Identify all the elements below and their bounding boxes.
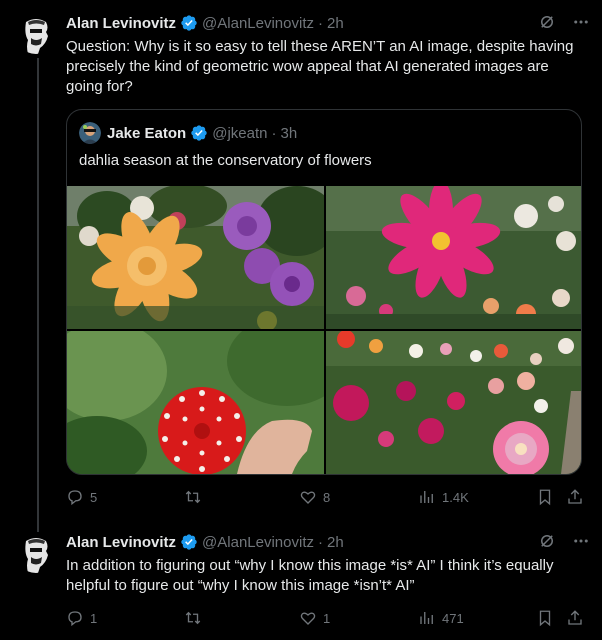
reply-icon bbox=[68, 611, 82, 627]
retweet-icon bbox=[185, 611, 201, 625]
author-handle[interactable]: @AlanLevinovitz bbox=[202, 534, 314, 551]
views-count: 471 bbox=[442, 610, 464, 626]
red-white-dahlia-photo[interactable] bbox=[67, 331, 324, 474]
share-button[interactable] bbox=[566, 609, 584, 627]
retweet-icon bbox=[185, 490, 201, 504]
reply-icon bbox=[68, 490, 82, 506]
retweet-button[interactable] bbox=[184, 609, 208, 627]
views-icon bbox=[420, 491, 433, 503]
timestamp[interactable]: 2h bbox=[327, 15, 344, 32]
reply-count: 1 bbox=[90, 610, 98, 626]
quote-header: Jake Eaton @jkeatn · 3h bbox=[79, 122, 297, 144]
timestamp[interactable]: 2h bbox=[327, 534, 344, 551]
quote-timestamp[interactable]: 3h bbox=[280, 125, 297, 142]
bookmark-icon bbox=[539, 489, 551, 506]
tweet-text: In addition to figuring out “why I know … bbox=[66, 557, 554, 594]
more-icon[interactable] bbox=[572, 13, 590, 31]
more-icon[interactable] bbox=[572, 532, 590, 550]
dahlia-garden-photo[interactable] bbox=[326, 331, 581, 474]
grok-icon[interactable] bbox=[538, 13, 556, 31]
author-name[interactable]: Alan Levinovitz bbox=[66, 534, 176, 551]
separator-dot: · bbox=[317, 533, 323, 551]
quote-author-name[interactable]: Jake Eaton bbox=[107, 125, 186, 142]
avatar[interactable] bbox=[16, 14, 56, 54]
like-icon bbox=[300, 612, 316, 625]
share-icon bbox=[568, 489, 582, 504]
views-button[interactable]: 1.4K bbox=[418, 488, 469, 506]
avatar[interactable] bbox=[16, 533, 56, 573]
tweet-actions: 1 1 471 bbox=[66, 609, 588, 629]
separator-dot: · bbox=[271, 124, 277, 142]
author-name[interactable]: Alan Levinovitz bbox=[66, 15, 176, 32]
views-count: 1.4K bbox=[442, 489, 469, 505]
tweet-header: Alan Levinovitz @AlanLevinovitz · 2h bbox=[66, 532, 590, 552]
like-button[interactable]: 8 bbox=[299, 488, 330, 506]
retweet-button[interactable] bbox=[184, 488, 208, 506]
like-button[interactable]: 1 bbox=[299, 609, 330, 627]
reply-button[interactable]: 5 bbox=[66, 488, 97, 506]
like-icon bbox=[300, 491, 316, 504]
like-count: 1 bbox=[323, 610, 331, 626]
tweet[interactable]: Alan Levinovitz @AlanLevinovitz · 2h Que… bbox=[0, 0, 602, 522]
tweet-actions: 5 8 1.4K bbox=[66, 488, 588, 508]
tweet-text: Question: Why is it so easy to tell thes… bbox=[66, 38, 574, 95]
verified-badge-icon bbox=[181, 15, 197, 31]
like-count: 8 bbox=[323, 489, 331, 505]
magenta-dahlia-photo[interactable] bbox=[326, 186, 581, 329]
views-button[interactable]: 471 bbox=[418, 609, 464, 627]
grok-icon[interactable] bbox=[538, 532, 556, 550]
bookmark-icon bbox=[539, 610, 551, 627]
share-icon bbox=[568, 610, 582, 625]
quote-avatar[interactable] bbox=[79, 122, 101, 144]
reply-count: 5 bbox=[90, 489, 98, 505]
bookmark-button[interactable] bbox=[536, 488, 554, 506]
tweet-header: Alan Levinovitz @AlanLevinovitz · 2h bbox=[66, 13, 590, 33]
share-button[interactable] bbox=[566, 488, 584, 506]
quote-author-handle[interactable]: @jkeatn bbox=[212, 125, 267, 142]
photo-grid bbox=[67, 186, 581, 474]
author-handle[interactable]: @AlanLevinovitz bbox=[202, 15, 314, 32]
tweet[interactable]: Alan Levinovitz @AlanLevinovitz · 2h In … bbox=[0, 522, 602, 640]
reply-button[interactable]: 1 bbox=[66, 609, 97, 627]
orange-dahlia-photo[interactable] bbox=[67, 186, 324, 329]
verified-badge-icon bbox=[191, 125, 207, 141]
quote-text: dahlia season at the conservatory of flo… bbox=[79, 152, 372, 169]
quoted-tweet[interactable]: Jake Eaton @jkeatn · 3h dahlia season at… bbox=[66, 109, 582, 475]
bookmark-button[interactable] bbox=[536, 609, 554, 627]
views-icon bbox=[420, 612, 433, 624]
separator-dot: · bbox=[317, 14, 323, 32]
verified-badge-icon bbox=[181, 534, 197, 550]
